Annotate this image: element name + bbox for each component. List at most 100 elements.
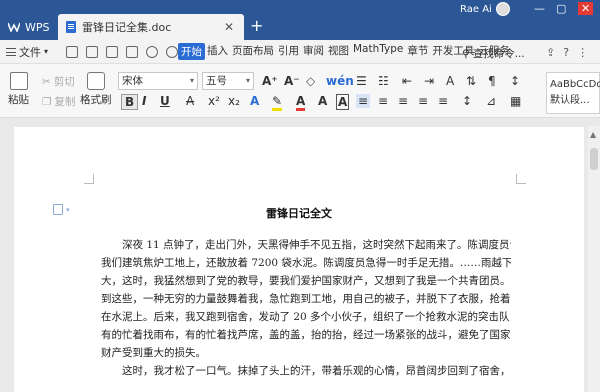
tab-page-layout[interactable]: 页面布局 [230,43,276,60]
font-color-icon[interactable]: A [296,94,306,111]
scroll-up-icon[interactable]: ▲ [590,130,596,139]
paragraph-line: 到这些，一种无穷的力量鼓舞着我，急忙跑到工地，用自己的被子，并脱下了衣服，抢着盖 [101,293,511,305]
open-icon[interactable] [86,45,98,58]
font-size-value: 五号 [206,75,227,87]
tab-section[interactable]: 章节 [405,43,430,60]
title-bar: WPS 雷锋日记全集.doc ✕ + Rae Ai — ▢ ✕ [0,0,600,40]
document-tab[interactable]: 雷锋日记全集.doc ✕ [58,14,244,40]
command-search[interactable]: ⚲ 查找命令... [462,46,525,61]
decrease-indent-icon[interactable]: ⇤ [402,74,412,88]
paragraph-line: 深夜 11 点钟了，走出门外，天黑得伸手不见五指，这时突然下起雨来了。陈调度员说… [122,239,511,251]
strikethrough-icon[interactable]: A [186,94,194,108]
subscript-icon[interactable]: x₂ [228,94,240,108]
text-effect-icon[interactable]: A [250,94,259,108]
numbered-list-icon[interactable]: ☷ [378,74,389,88]
justify-icon[interactable]: ≡ [418,94,428,108]
copy-icon: ❐ [42,95,52,108]
tab-home[interactable]: 开始 [178,43,205,60]
user-name: Rae Ai [460,3,492,15]
tab-references[interactable]: 引用 [276,43,301,60]
superscript-icon[interactable]: x² [208,94,220,108]
italic-icon[interactable]: I [142,94,146,108]
paragraph-line: 这时，我才松了一口气。抹掉了头上的汗，带着乐观的心情，昂首阔步回到了宿舍，回 [122,365,511,377]
tab-mathtype[interactable]: MathType [351,43,405,60]
wps-logo-icon [8,22,20,32]
paste-button[interactable]: 粘贴 [8,72,29,107]
font-family-value: 宋体 [122,75,143,87]
font-size-select[interactable]: 五号 ▾ [202,72,254,90]
cut-button[interactable]: ✂ 剪切 [42,74,75,89]
file-menu[interactable]: 文件 ▾ [0,44,62,60]
format-painter-button[interactable]: 格式刷 [80,72,112,107]
grow-font-icon[interactable]: A⁺ [262,74,278,88]
user-account[interactable]: Rae Ai [460,2,510,16]
bullet-list-icon[interactable]: ☰ [356,74,367,88]
close-tab-icon[interactable]: ✕ [224,20,234,34]
preview-icon[interactable] [126,45,138,58]
paragraph-line: 有的忙着找雨布，有的忙着找芦席，盖的盖，抬的抬，经过一场紧张的战斗，避免了国家的 [101,329,511,341]
tab-view[interactable]: 视图 [326,43,351,60]
chevron-down-icon: ▾ [245,76,250,85]
new-tab-button[interactable]: + [250,18,263,34]
scrollbar-thumb[interactable] [590,148,598,170]
align-left-icon[interactable]: ≡ [356,94,371,108]
menu-right-icons: ⇪ ? ⋮ [546,46,588,59]
help-icon[interactable]: ? [563,46,569,59]
margin-mark-top-right [516,174,526,184]
wps-tab-label: WPS [25,20,50,34]
more-icon[interactable]: ⋮ [577,46,588,59]
paintbrush-icon [86,72,105,90]
file-menu-label: 文件 [19,45,41,59]
search-icon: ⚲ [462,47,470,60]
tab-review[interactable]: 审阅 [301,43,326,60]
redo-icon[interactable] [166,45,178,58]
copy-button[interactable]: ❐ 复制 [42,94,75,109]
close-window-button[interactable]: ✕ [578,2,594,15]
clear-format-icon[interactable]: ◇ [306,74,315,88]
hamburger-icon [6,47,16,56]
align-right-icon[interactable]: ≡ [398,94,408,108]
print-icon[interactable] [106,45,118,58]
command-search-label: 查找命令... [472,48,525,60]
paragraph-line: 在水泥上。后来，我又跑到宿舍，发动了 20 多个小伙子，组织了一个抢救水泥的突击… [101,311,511,323]
chevron-down-icon: ▾ [189,76,194,85]
document-tab-label: 雷锋日记全集.doc [82,21,172,34]
sort-icon[interactable]: ⇅ [466,74,476,88]
paragraph-line: 我们建筑焦炉工地上，还散放着 7200 袋水泥。陈调度员急得一时手足无措。……雨… [101,257,511,269]
increase-indent-icon[interactable]: ⇥ [424,74,434,88]
line-spacing-icon[interactable]: ↕ [510,74,520,88]
document-title: 雷锋日记全文 [266,207,332,220]
borders-icon[interactable]: ▦ [510,94,521,108]
share-icon[interactable]: ⇪ [546,46,555,59]
align-center-icon[interactable]: ≡ [378,94,388,108]
undo-icon[interactable] [146,45,158,58]
shading-icon[interactable]: ⊿ [486,94,496,108]
save-icon[interactable] [66,45,78,58]
maximize-button[interactable]: ▢ [556,2,566,15]
chinese-layout-icon[interactable]: A [446,74,454,88]
show-marks-icon[interactable]: ¶ [488,74,496,88]
shrink-font-icon[interactable]: A⁻ [284,74,300,88]
style-preview: AaBbCcDd [550,79,600,90]
paragraph-line: 财产受到重大的损失。 [101,347,206,359]
char-border-icon[interactable]: A [336,94,350,110]
avatar [495,2,510,16]
copy-label: 复制 [54,96,76,108]
phonetic-icon[interactable]: wén [326,74,354,88]
bold-icon[interactable]: B [121,94,139,110]
tab-insert[interactable]: 插入 [205,43,230,60]
paste-label: 粘贴 [8,94,29,106]
scissors-icon: ✂ [42,75,51,88]
cut-label: 剪切 [53,76,75,88]
style-gallery[interactable]: AaBbCcDd 默认段... [546,72,600,114]
distribute-icon[interactable]: ≡ [438,94,448,108]
char-shading-icon[interactable]: A [318,94,327,108]
underline-icon[interactable]: U [160,94,170,108]
line-spacing-select-icon[interactable]: ↕ [462,94,472,108]
paste-icon [9,72,28,90]
font-family-select[interactable]: 宋体 ▾ [118,72,198,90]
minimize-button[interactable]: — [534,2,545,15]
quick-access-toolbar [62,45,178,58]
highlight-icon[interactable]: ✎ [272,94,283,111]
wps-home-tab[interactable]: WPS [0,14,58,40]
